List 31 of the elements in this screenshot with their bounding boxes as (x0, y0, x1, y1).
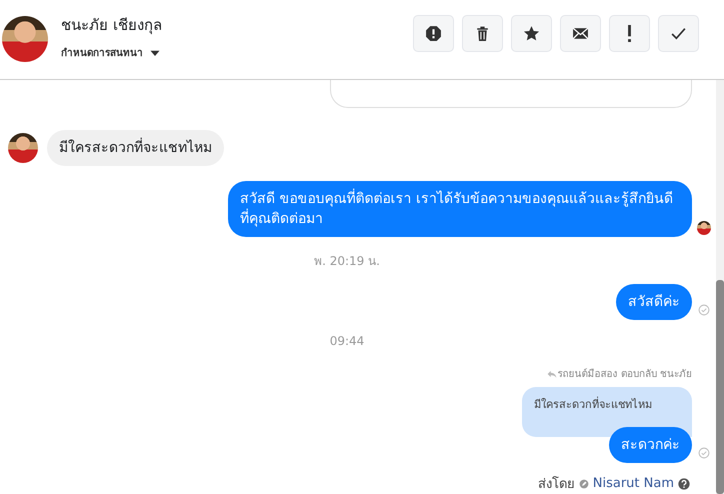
help-icon (678, 478, 690, 490)
scrollbar-thumb[interactable] (716, 280, 724, 494)
contact-name: ชนะภัย เชียงกุล (61, 15, 162, 36)
avatar (8, 133, 38, 163)
quoted-message: มีใครสะดวกที่จะแชทไหม (522, 387, 692, 437)
timestamp: พ. 20:19 น. (314, 253, 381, 270)
message-bubble: สะดวกค่ะ (609, 427, 692, 463)
envelope-button[interactable] (560, 15, 601, 52)
warning-icon (425, 25, 442, 42)
star-button[interactable] (511, 15, 552, 52)
exclamation-button[interactable] (609, 15, 650, 52)
conversation-options-dropdown[interactable]: กำหนดการสนทนา (61, 45, 161, 60)
checkmark-icon (670, 25, 687, 42)
scrollbar[interactable] (716, 80, 724, 494)
timestamp: 09:44 (330, 334, 366, 348)
avatar (2, 16, 48, 62)
message-bubble: มีใครสะดวกที่จะแชทไหม (47, 130, 224, 166)
sent-by-label: ส่งโดย (538, 475, 575, 494)
pencil-icon (578, 478, 589, 488)
warning-button[interactable] (413, 15, 454, 52)
reply-arrow-icon (546, 368, 557, 378)
reply-label: รถยนต์มือสอง ตอบกลับ ชนะภัย (558, 367, 692, 381)
star-icon (523, 25, 540, 42)
trash-button[interactable] (462, 15, 503, 52)
checkmark-button[interactable] (658, 15, 699, 52)
trash-icon (474, 25, 491, 42)
envelope-icon (572, 25, 589, 42)
message-bubble: สวัสดี ขอขอบคุณที่ติดต่อเรา เราได้รับข้อความของคุณแล้วและรู้สึกยินดีที่คุณติดต่อมา (228, 181, 692, 237)
exclamation-icon (628, 25, 631, 42)
sender-link[interactable]: Nisarut Nam (592, 476, 674, 491)
message-bubble: สวัสดีค่ะ (616, 284, 692, 320)
